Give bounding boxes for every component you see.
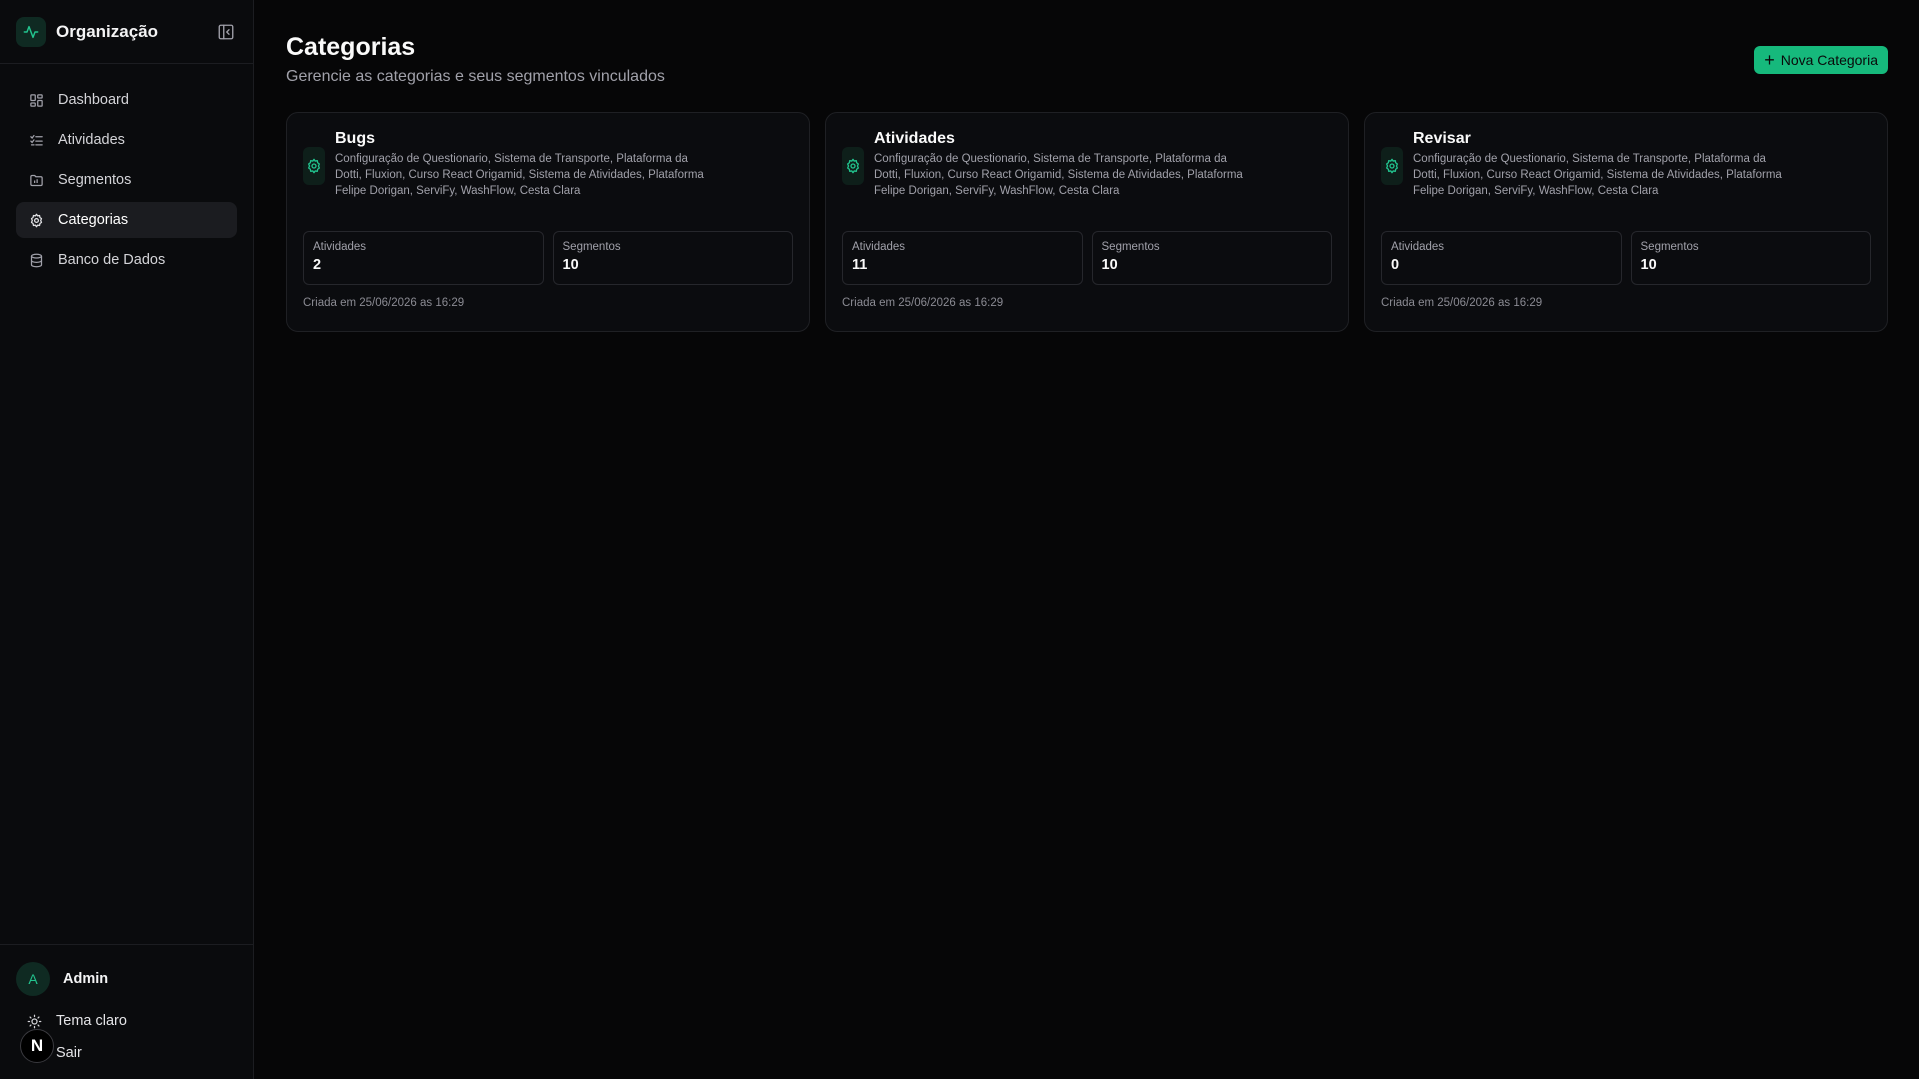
stat-value: 10	[1640, 257, 1657, 273]
dev-tools-badge[interactable]: N	[20, 1029, 54, 1063]
stat-label: Atividades	[852, 241, 906, 253]
sidebar-item-label: Banco de Dados	[58, 252, 166, 268]
created-date: Criada em 25/06/2026 as 16:29	[842, 297, 1004, 309]
card-title: Atividades	[874, 130, 955, 147]
sun-icon	[26, 1013, 42, 1029]
sidebar-nav: Dashboard Atividades Segmentos Categoria…	[0, 64, 253, 282]
stat-segments: Segmentos 10	[1091, 231, 1332, 285]
stat-activities: Atividades 11	[842, 231, 1083, 285]
sidebar-item-segmentos[interactable]: Segmentos	[16, 162, 237, 198]
stat-value: 2	[313, 257, 322, 273]
stat-value: 0	[1391, 257, 1400, 273]
created-date: Criada em 25/06/2026 as 16:29	[303, 297, 465, 309]
stat-value: 11	[852, 257, 868, 273]
list-check-icon	[28, 132, 44, 148]
page-subtitle: Gerencie as categorias e seus segmentos …	[286, 68, 665, 85]
sidebar-item-atividades[interactable]: Atividades	[16, 122, 237, 158]
category-card[interactable]: Revisar Configuração de Questionario, Si…	[1364, 112, 1888, 332]
new-category-button[interactable]: + Nova Categoria	[1754, 46, 1888, 74]
gear-icon	[28, 212, 44, 228]
sidebar-item-categorias[interactable]: Categorias	[16, 202, 237, 238]
main-content: Categorias Gerencie as categorias e seus…	[254, 0, 1919, 1079]
gear-icon	[842, 147, 864, 185]
card-segments: Configuração de Questionario, Sistema de…	[335, 153, 704, 197]
stat-value: 10	[562, 257, 579, 273]
stat-label: Segmentos	[1101, 241, 1160, 253]
gear-icon	[303, 147, 325, 185]
grid-icon	[28, 92, 44, 108]
sidebar-item-label: Categorias	[58, 212, 129, 228]
folder-chart-icon	[28, 172, 44, 188]
sidebar-item-label: Atividades	[58, 132, 125, 148]
stat-label: Segmentos	[562, 241, 621, 253]
created-date: Criada em 25/06/2026 as 16:29	[1381, 297, 1543, 309]
sidebar-item-banco-de-dados[interactable]: Banco de Dados	[16, 242, 237, 278]
stat-value: 10	[1101, 257, 1118, 273]
sidebar: Organização Dashboard Atividades Segment…	[0, 0, 254, 1079]
stat-label: Atividades	[1391, 241, 1445, 253]
activity-logo-icon	[16, 16, 46, 47]
panel-left-close-icon	[218, 24, 234, 39]
sidebar-header: Organização	[0, 0, 253, 64]
category-card[interactable]: Bugs Configuração de Questionario, Siste…	[286, 112, 810, 332]
category-cards: Bugs Configuração de Questionario, Siste…	[286, 112, 1888, 332]
stat-label: Segmentos	[1640, 241, 1699, 253]
stat-segments: Segmentos 10	[552, 231, 793, 285]
user-name: Admin	[63, 971, 109, 987]
new-category-label: Nova Categoria	[1780, 52, 1878, 68]
category-card[interactable]: Atividades Configuração de Questionario,…	[825, 112, 1349, 332]
theme-toggle-label: Tema claro	[56, 1013, 127, 1029]
sidebar-footer: A Admin Tema claro Sair N	[0, 944, 253, 1079]
stat-activities: Atividades 2	[303, 231, 544, 285]
user-profile[interactable]: A Admin	[16, 961, 237, 997]
stat-activities: Atividades 0	[1381, 231, 1622, 285]
theme-toggle-button[interactable]: Tema claro	[16, 1007, 237, 1035]
sidebar-item-label: Dashboard	[58, 92, 129, 108]
collapse-sidebar-button[interactable]	[215, 21, 237, 43]
sidebar-item-dashboard[interactable]: Dashboard	[16, 82, 237, 118]
plus-icon: +	[1764, 50, 1775, 70]
logout-label: Sair	[56, 1045, 82, 1061]
card-segments: Configuração de Questionario, Sistema de…	[1413, 153, 1782, 197]
page-title: Categorias	[286, 33, 416, 61]
gear-icon	[1381, 147, 1403, 185]
stat-segments: Segmentos 10	[1630, 231, 1871, 285]
card-segments: Configuração de Questionario, Sistema de…	[874, 153, 1243, 197]
database-icon	[28, 252, 44, 268]
avatar: A	[16, 962, 50, 996]
stat-label: Atividades	[313, 241, 367, 253]
sidebar-item-label: Segmentos	[58, 172, 132, 188]
org-name: Organização	[56, 21, 159, 41]
card-title: Revisar	[1413, 130, 1471, 147]
card-title: Bugs	[335, 130, 375, 147]
